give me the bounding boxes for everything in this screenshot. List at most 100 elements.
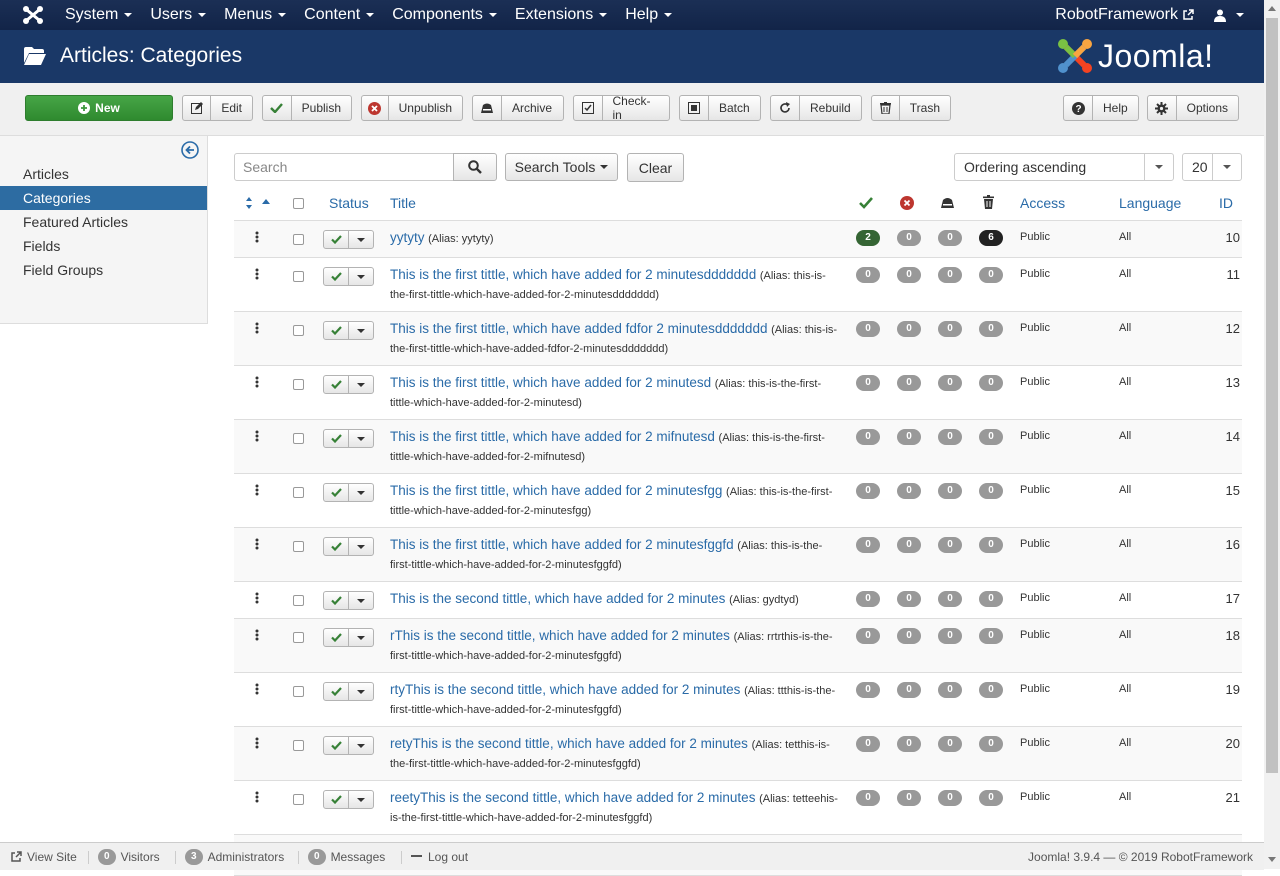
status-dropdown[interactable] [349, 629, 373, 646]
sidebar-item-featured-articles[interactable]: Featured Articles [0, 210, 207, 234]
header-status[interactable]: Status [329, 186, 369, 220]
unpublished-count-badge[interactable]: 0 [897, 736, 921, 752]
header-language[interactable]: Language [1119, 186, 1181, 220]
joomla-menu-icon[interactable] [22, 5, 44, 25]
drag-handle-icon[interactable] [254, 592, 260, 604]
published-count-badge[interactable]: 0 [856, 682, 880, 698]
published-count-badge[interactable]: 0 [856, 591, 880, 607]
unpublished-count-badge[interactable]: 0 [897, 375, 921, 391]
status-toggle[interactable] [323, 736, 374, 755]
new-button[interactable]: New [25, 95, 173, 121]
unpublished-count-badge[interactable]: 0 [897, 230, 921, 246]
menu-users[interactable]: Users [141, 0, 215, 30]
status-dropdown[interactable] [349, 791, 373, 808]
archived-count-badge[interactable]: 0 [938, 375, 962, 391]
row-checkbox[interactable] [293, 632, 304, 643]
status-dropdown[interactable] [349, 737, 373, 754]
category-title-link[interactable]: retyThis is the second tittle, which hav… [390, 736, 748, 751]
status-dropdown[interactable] [349, 592, 373, 609]
archived-count-badge[interactable]: 0 [938, 230, 962, 246]
unpublished-count-badge[interactable]: 0 [897, 267, 921, 283]
clear-button[interactable]: Clear [627, 153, 684, 182]
rebuild-button[interactable]: Rebuild [770, 95, 862, 121]
scroll-up-icon[interactable] [1268, 5, 1276, 11]
menu-help[interactable]: Help [616, 0, 681, 30]
category-title-link[interactable]: reetyThis is the second tittle, which ha… [390, 790, 755, 805]
drag-handle-icon[interactable] [254, 322, 260, 334]
row-checkbox[interactable] [293, 595, 304, 606]
archived-count-badge[interactable]: 0 [938, 628, 962, 644]
drag-handle-icon[interactable] [254, 791, 260, 803]
archived-count-badge[interactable]: 0 [938, 429, 962, 445]
unpublish-button[interactable]: Unpublish [361, 95, 463, 121]
row-checkbox[interactable] [293, 234, 304, 245]
sidebar-item-fields[interactable]: Fields [0, 234, 207, 258]
trashed-count-badge[interactable]: 0 [979, 429, 1003, 445]
status-dropdown[interactable] [349, 683, 373, 700]
archived-count-badge[interactable]: 0 [938, 267, 962, 283]
published-count-badge[interactable]: 0 [856, 321, 880, 337]
row-checkbox[interactable] [293, 487, 304, 498]
archived-count-badge[interactable]: 0 [938, 483, 962, 499]
status-toggle[interactable] [323, 429, 374, 448]
published-count-badge[interactable]: 0 [856, 483, 880, 499]
logout-link[interactable]: Log out [411, 843, 468, 870]
category-title-link[interactable]: This is the second tittle, which have ad… [390, 591, 725, 606]
status-dropdown[interactable] [349, 430, 373, 447]
row-checkbox[interactable] [293, 686, 304, 697]
status-toggle[interactable] [323, 321, 374, 340]
trashed-count-badge[interactable]: 0 [979, 790, 1003, 806]
drag-handle-icon[interactable] [254, 376, 260, 388]
drag-handle-icon[interactable] [254, 430, 260, 442]
sidebar-item-field-groups[interactable]: Field Groups [0, 258, 207, 282]
status-toggle[interactable] [323, 483, 374, 502]
view-site-link[interactable]: View Site [10, 843, 77, 870]
published-count-badge[interactable]: 0 [856, 790, 880, 806]
drag-handle-icon[interactable] [254, 268, 260, 280]
batch-button[interactable]: Batch [679, 95, 761, 121]
status-toggle[interactable] [323, 628, 374, 647]
drag-handle-icon[interactable] [254, 629, 260, 641]
unpublished-count-badge[interactable]: 0 [897, 483, 921, 499]
status-dropdown[interactable] [349, 484, 373, 501]
sidebar-item-categories[interactable]: Categories [0, 186, 207, 210]
scroll-down-icon[interactable] [1268, 857, 1276, 863]
trashed-count-badge[interactable]: 0 [979, 321, 1003, 337]
trashed-count-badge[interactable]: 0 [979, 682, 1003, 698]
edit-button[interactable]: Edit [182, 95, 253, 121]
category-title-link[interactable]: This is the first tittle, which have add… [390, 375, 711, 390]
published-count-badge[interactable]: 0 [856, 429, 880, 445]
archived-count-badge[interactable]: 0 [938, 790, 962, 806]
archived-count-badge[interactable]: 0 [938, 321, 962, 337]
options-button[interactable]: Options [1147, 95, 1239, 121]
limit-select[interactable]: 20 [1182, 153, 1242, 181]
unpublished-count-badge[interactable]: 0 [897, 628, 921, 644]
drag-handle-icon[interactable] [254, 231, 260, 243]
status-toggle[interactable] [323, 682, 374, 701]
archived-count-badge[interactable]: 0 [938, 591, 962, 607]
user-menu[interactable] [1214, 9, 1244, 22]
unpublished-count-badge[interactable]: 0 [897, 321, 921, 337]
published-count-badge[interactable]: 0 [856, 628, 880, 644]
checkin-button[interactable]: Check-in [573, 94, 670, 122]
archive-button[interactable]: Archive [472, 95, 564, 121]
row-checkbox[interactable] [293, 325, 304, 336]
drag-handle-icon[interactable] [254, 538, 260, 550]
status-toggle[interactable] [323, 230, 374, 249]
menu-menus[interactable]: Menus [215, 0, 295, 30]
select-all-checkbox[interactable] [293, 198, 304, 209]
category-title-link[interactable]: This is the first tittle, which have add… [390, 537, 734, 552]
published-count-badge[interactable]: 0 [856, 537, 880, 553]
category-title-link[interactable]: yytyty [390, 230, 425, 245]
unpublished-count-badge[interactable]: 0 [897, 591, 921, 607]
header-title[interactable]: Title [390, 186, 416, 220]
search-input[interactable] [234, 153, 454, 181]
scroll-thumb[interactable] [1266, 18, 1278, 773]
trashed-count-badge[interactable]: 0 [979, 267, 1003, 283]
status-toggle[interactable] [323, 267, 374, 286]
trashed-count-badge[interactable]: 0 [979, 628, 1003, 644]
trashed-count-badge[interactable]: 0 [979, 537, 1003, 553]
ordering-select[interactable]: Ordering ascending [954, 153, 1174, 181]
published-count-badge[interactable]: 0 [856, 375, 880, 391]
trashed-count-badge[interactable]: 6 [979, 230, 1003, 246]
